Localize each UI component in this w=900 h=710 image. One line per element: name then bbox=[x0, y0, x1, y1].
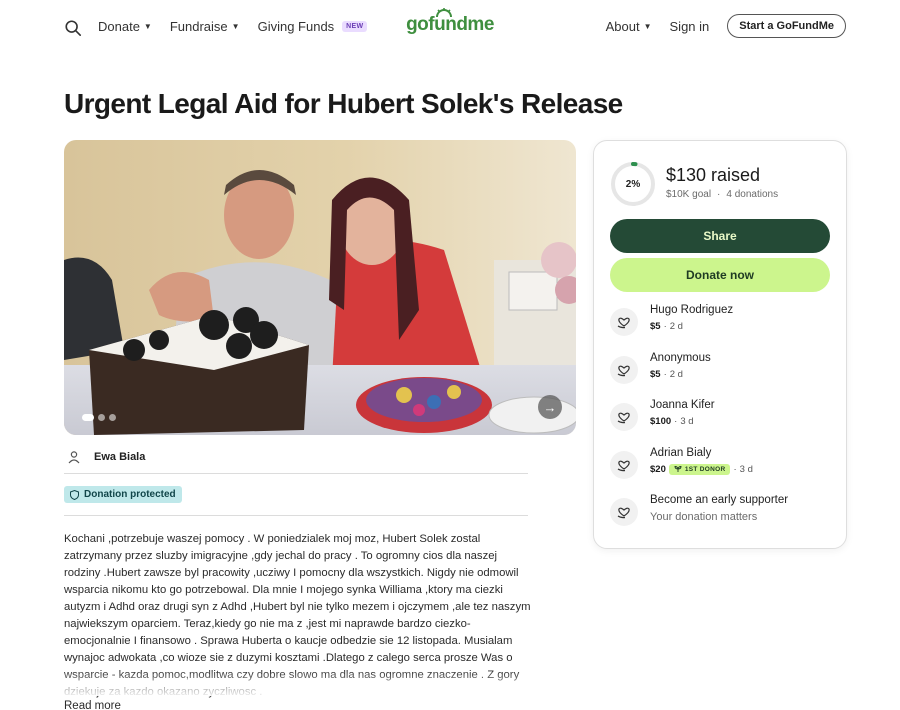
progress-percent: 2% bbox=[625, 178, 641, 190]
early-supporter-title: Become an early supporter bbox=[650, 494, 789, 506]
page-title: Urgent Legal Aid for Hubert Solek's Rele… bbox=[64, 88, 623, 119]
donate-now-button[interactable]: Donate now bbox=[610, 258, 830, 292]
nav-about-label: About bbox=[605, 18, 640, 34]
donor-meta: $5 · 2 d bbox=[650, 369, 683, 380]
donor-amount: $5 bbox=[650, 321, 661, 332]
start-gofundme-button[interactable]: Start a GoFundMe bbox=[727, 14, 846, 38]
donation-count[interactable]: 4 donations bbox=[726, 189, 778, 200]
donor-amount: $100 bbox=[650, 416, 672, 427]
sign-in-link[interactable]: Sign in bbox=[670, 19, 710, 34]
campaign-photo-image bbox=[64, 140, 576, 435]
organizer-row: Ewa Biala bbox=[64, 446, 528, 474]
donor-name: Joanna Kifer bbox=[650, 399, 715, 411]
donor-name: Hugo Rodriguez bbox=[650, 304, 734, 316]
goal-amount: $10K goal bbox=[666, 189, 712, 200]
donation-card: 2% $130 raised $10K goal · 4 donations Sha… bbox=[593, 140, 847, 549]
organizer-name[interactable]: Ewa Biala bbox=[94, 451, 145, 463]
user-icon bbox=[68, 450, 80, 463]
donor-amount: $5 bbox=[650, 368, 661, 380]
protection-row: Donation protected bbox=[64, 478, 528, 516]
separator-dot: · bbox=[663, 321, 667, 332]
sign-in-label: Sign in bbox=[669, 18, 710, 34]
carousel-next-icon[interactable]: → bbox=[538, 395, 562, 419]
carousel-dots bbox=[82, 414, 116, 421]
carousel-dot[interactable] bbox=[109, 414, 116, 421]
campaign-photo[interactable]: → bbox=[64, 140, 576, 435]
donor-time: 2 d bbox=[669, 368, 683, 380]
nav-about[interactable]: About ▼ bbox=[606, 19, 652, 34]
heart-hand-icon bbox=[610, 403, 638, 431]
donor-item: Hugo Rodriguez $5 · 2 d bbox=[610, 304, 830, 352]
donor-name: Anonymous bbox=[650, 351, 711, 364]
carousel-dot[interactable] bbox=[82, 414, 94, 421]
separator-dot: · bbox=[733, 463, 737, 475]
donor-list: Hugo Rodriguez $5 · 2 d Anonymous $5 · 2 d J… bbox=[610, 304, 830, 542]
donor-item: Adrian Bialy $20 1ST DONOR · 3 d bbox=[610, 447, 830, 495]
early-supporter-subtitle: Your donation matters bbox=[650, 511, 758, 523]
donor-name: Adrian Bialy bbox=[650, 446, 712, 459]
donor-time: 2 d bbox=[669, 321, 683, 332]
logo-text: gofundme bbox=[406, 14, 494, 35]
heart-hand-icon bbox=[610, 450, 638, 479]
first-donor-badge: 1ST DONOR bbox=[668, 463, 731, 475]
story-fade bbox=[64, 670, 534, 696]
separator-dot: · bbox=[674, 416, 678, 427]
donor-time: 3 d bbox=[739, 463, 753, 475]
amount-raised: $130 raised bbox=[666, 165, 761, 185]
top-nav: Donate ▼ Fundraise ▼ Giving Funds NEW go… bbox=[0, 0, 900, 56]
donor-item: Anonymous $5 · 2 d bbox=[610, 352, 830, 400]
donor-amount: $20 bbox=[650, 463, 666, 475]
heart-hand-icon bbox=[610, 308, 638, 336]
first-donor-label: 1ST DONOR bbox=[684, 465, 726, 473]
share-button[interactable]: Share bbox=[610, 219, 830, 253]
goal-row: $10K goal · 4 donations bbox=[666, 189, 778, 200]
donor-meta: $20 1ST DONOR · 3 d bbox=[650, 463, 753, 475]
donation-protected-label: Donation protected bbox=[84, 489, 176, 500]
donor-time: 3 d bbox=[680, 416, 694, 427]
chevron-down-icon: ▼ bbox=[643, 21, 652, 31]
donor-meta: $100 · 3 d bbox=[650, 416, 694, 427]
carousel-dot[interactable] bbox=[98, 414, 105, 421]
shield-icon bbox=[70, 489, 79, 500]
donor-item: Joanna Kifer $100 · 3 d bbox=[610, 399, 830, 447]
heart-hand-icon bbox=[610, 498, 638, 526]
read-more-link[interactable]: Read more bbox=[64, 700, 121, 710]
donor-meta: $5 · 2 d bbox=[650, 321, 683, 332]
logo-sun-icon bbox=[436, 8, 453, 17]
donation-protected-badge[interactable]: Donation protected bbox=[64, 486, 182, 503]
nav-right: About ▼ Sign in Start a GoFundMe bbox=[606, 14, 846, 38]
early-supporter-item[interactable]: Become an early supporter Your donation … bbox=[610, 494, 830, 542]
sprout-icon bbox=[674, 466, 682, 472]
separator-dot: · bbox=[717, 189, 721, 200]
heart-hand-icon bbox=[610, 355, 638, 384]
separator-dot: · bbox=[663, 368, 667, 380]
